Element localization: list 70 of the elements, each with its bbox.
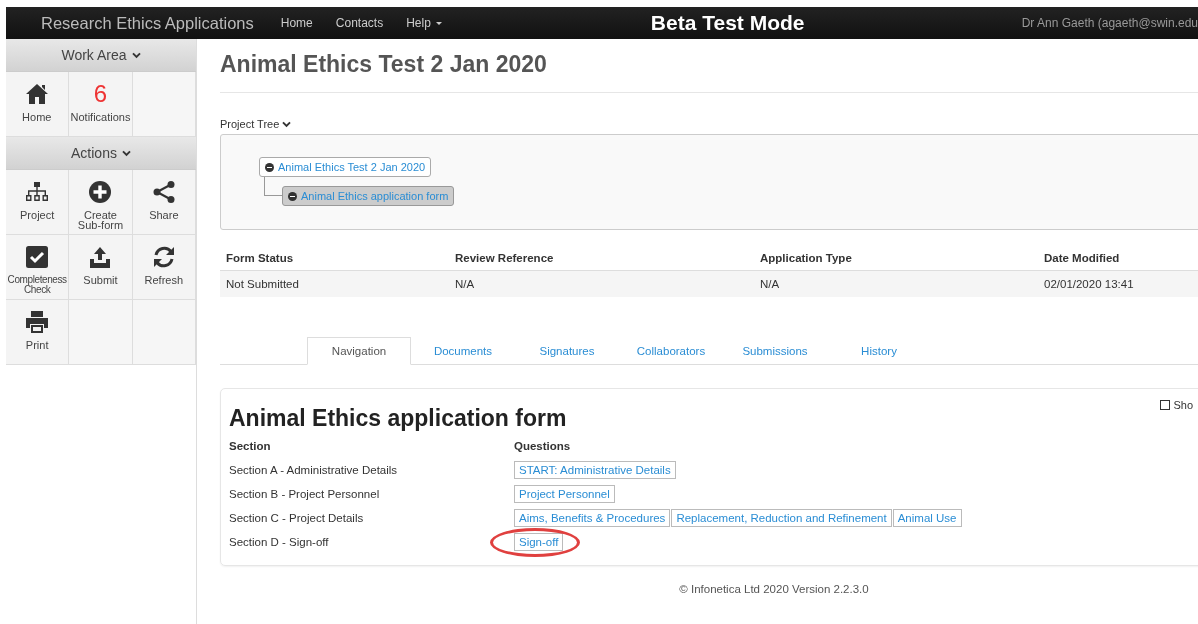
tab[interactable]: Collaborators xyxy=(619,337,723,365)
tab[interactable]: History xyxy=(827,337,931,365)
sidebar-tile[interactable]: 6 Notifications xyxy=(68,72,134,137)
printer-icon xyxy=(25,310,50,334)
section-name: Section A - Administrative Details xyxy=(229,464,399,476)
sidebar-tile[interactable]: Home xyxy=(6,72,69,137)
sidebar-header[interactable]: Work Area xyxy=(6,39,196,72)
tile-label: Notifications xyxy=(69,112,132,122)
sidebar-tile[interactable]: Completeness Check xyxy=(6,235,70,300)
tab[interactable]: Submissions xyxy=(723,337,827,365)
refresh-icon xyxy=(151,245,176,269)
tile-label: Home xyxy=(21,112,53,122)
column-header: Section xyxy=(229,440,272,454)
project-tree-toggle[interactable]: Project Tree xyxy=(220,118,1198,130)
column-header: Review Reference xyxy=(449,246,754,271)
column-header: Form Status xyxy=(220,246,449,271)
column-header: Date Modified xyxy=(1038,246,1198,271)
nav-link[interactable]: Contacts xyxy=(335,16,384,30)
tile-label: Share xyxy=(148,210,180,220)
section-name: Section D - Sign-off xyxy=(229,536,330,548)
question-link[interactable]: Project Personnel xyxy=(514,485,615,503)
chevron-down-icon xyxy=(282,120,292,128)
table-cell: N/A xyxy=(754,270,1038,297)
sitemap-icon xyxy=(25,180,50,204)
column-header: Application Type xyxy=(754,246,1038,271)
sidebar-tile[interactable]: Project xyxy=(6,170,70,235)
home-icon xyxy=(24,82,49,106)
question-link[interactable]: Animal Use xyxy=(892,509,962,527)
chevron-down-icon xyxy=(121,149,131,157)
share-icon xyxy=(151,180,176,204)
sidebar-tile[interactable]: Refresh xyxy=(132,235,196,300)
question-link[interactable]: START: Administrative Details xyxy=(514,461,676,479)
nav-link[interactable]: Help xyxy=(406,16,442,30)
question-link[interactable]: Replacement, Reduction and Refinement xyxy=(671,509,892,527)
app-brand[interactable]: Research Ethics Applications xyxy=(41,13,254,33)
tab[interactable]: Signatures xyxy=(515,337,619,365)
notification-count: 6 xyxy=(93,82,108,106)
upload-icon xyxy=(88,245,113,269)
checkbox[interactable] xyxy=(1160,400,1171,410)
sidebar-tile[interactable]: Submit xyxy=(69,235,133,300)
question-link[interactable]: Aims, Benefits & Procedures xyxy=(514,509,671,527)
sidebar-header[interactable]: Actions xyxy=(6,137,196,170)
user-name[interactable]: Dr Ann Gaeth (agaeth@swin.edu xyxy=(1021,16,1198,30)
check-square-icon xyxy=(25,245,50,269)
sidebar-tile[interactable]: Create Sub-form xyxy=(69,170,133,235)
tab[interactable]: Documents xyxy=(411,337,515,365)
page-title: Animal Ethics Test 2 Jan 2020 xyxy=(220,51,548,78)
section-name: Section C - Project Details xyxy=(229,512,365,524)
sidebar-tile[interactable]: Print xyxy=(6,300,70,365)
tile-label: Create Sub-form xyxy=(76,210,125,230)
chevron-down-icon xyxy=(131,51,141,59)
table-cell: Not Submitted xyxy=(220,270,449,297)
mode-title: Beta Test Mode xyxy=(650,11,805,35)
plus-circle-icon xyxy=(88,180,113,204)
tile-label: Completeness Check xyxy=(6,275,68,295)
tree-node[interactable]: Animal Ethics Test 2 Jan 2020 xyxy=(259,157,432,177)
table-cell: N/A xyxy=(449,270,754,297)
tile-label: Print xyxy=(24,340,50,350)
section-name: Section B - Project Personnel xyxy=(229,488,381,500)
tile-label: Submit xyxy=(82,275,119,285)
table-cell: 02/01/2020 13:41 xyxy=(1038,270,1198,297)
tab[interactable]: Navigation xyxy=(307,337,411,365)
question-link[interactable]: Sign-off xyxy=(514,533,564,551)
tile-label: Refresh xyxy=(143,275,185,285)
sidebar-tile[interactable]: Share xyxy=(132,170,196,235)
footer-text: © Infonetica Ltd 2020 Version 2.2.3.0 xyxy=(678,583,870,595)
checkbox-label: Sho xyxy=(1173,399,1193,411)
column-header: Questions xyxy=(514,440,572,454)
nav-link[interactable]: Home xyxy=(280,16,313,30)
tile-label: Project xyxy=(19,210,56,220)
